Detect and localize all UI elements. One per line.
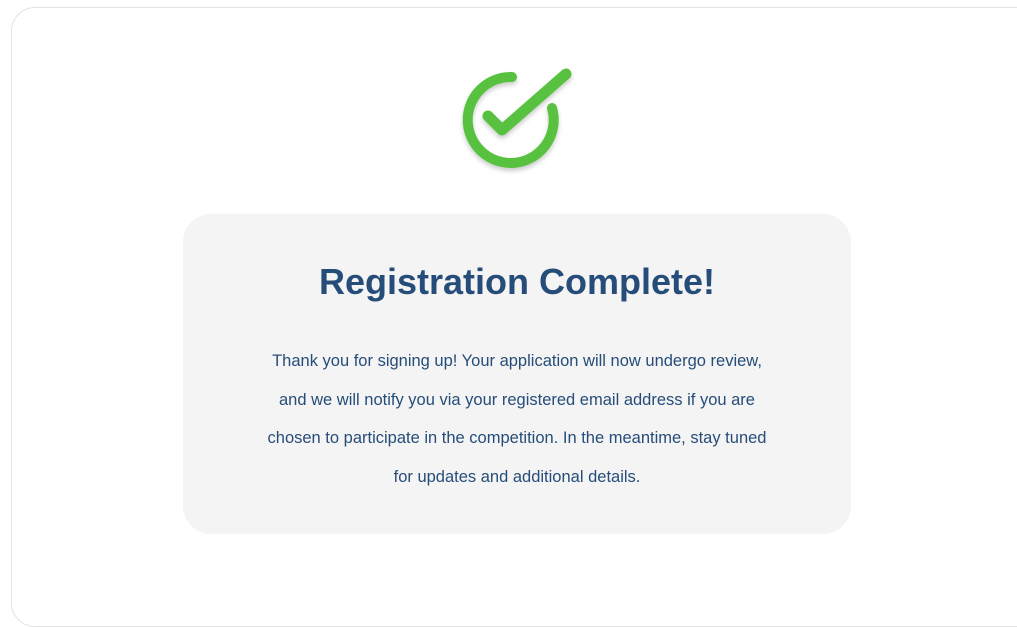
confirmation-message: Thank you for signing up! Your applicati… <box>267 352 767 486</box>
page-title: Registration Complete! <box>318 261 716 302</box>
check-circle-icon <box>462 68 572 168</box>
message-panel: Registration Complete! Thank you for sig… <box>183 214 851 534</box>
